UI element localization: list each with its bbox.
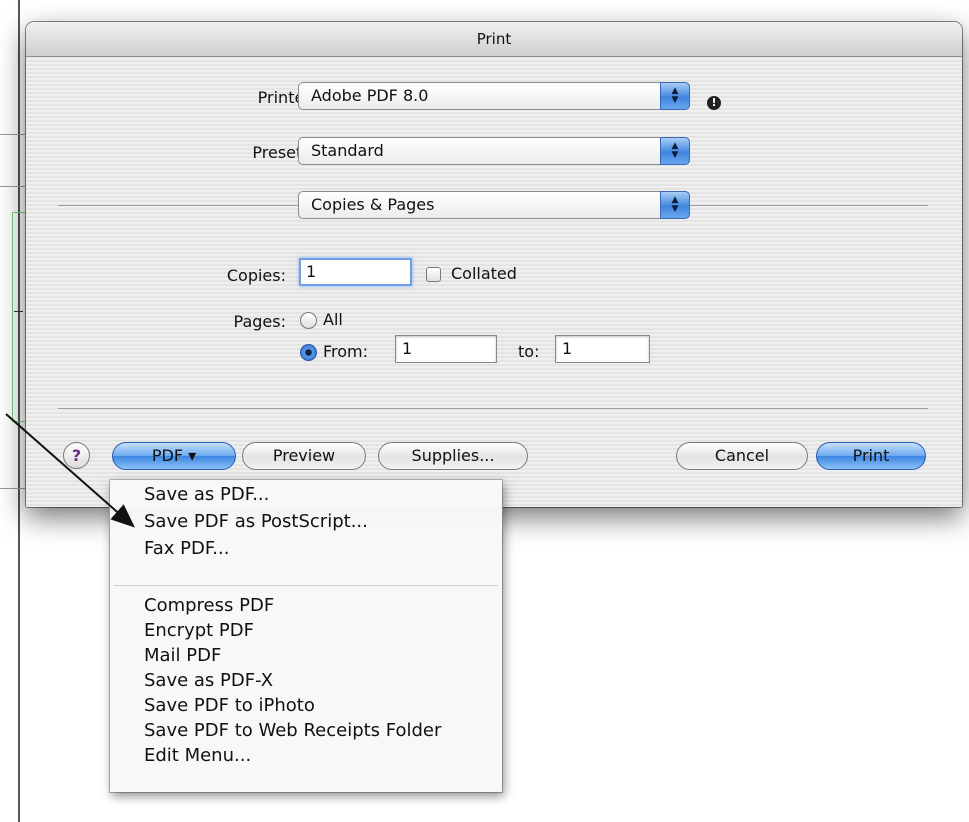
annotation-arrow [5,413,136,528]
